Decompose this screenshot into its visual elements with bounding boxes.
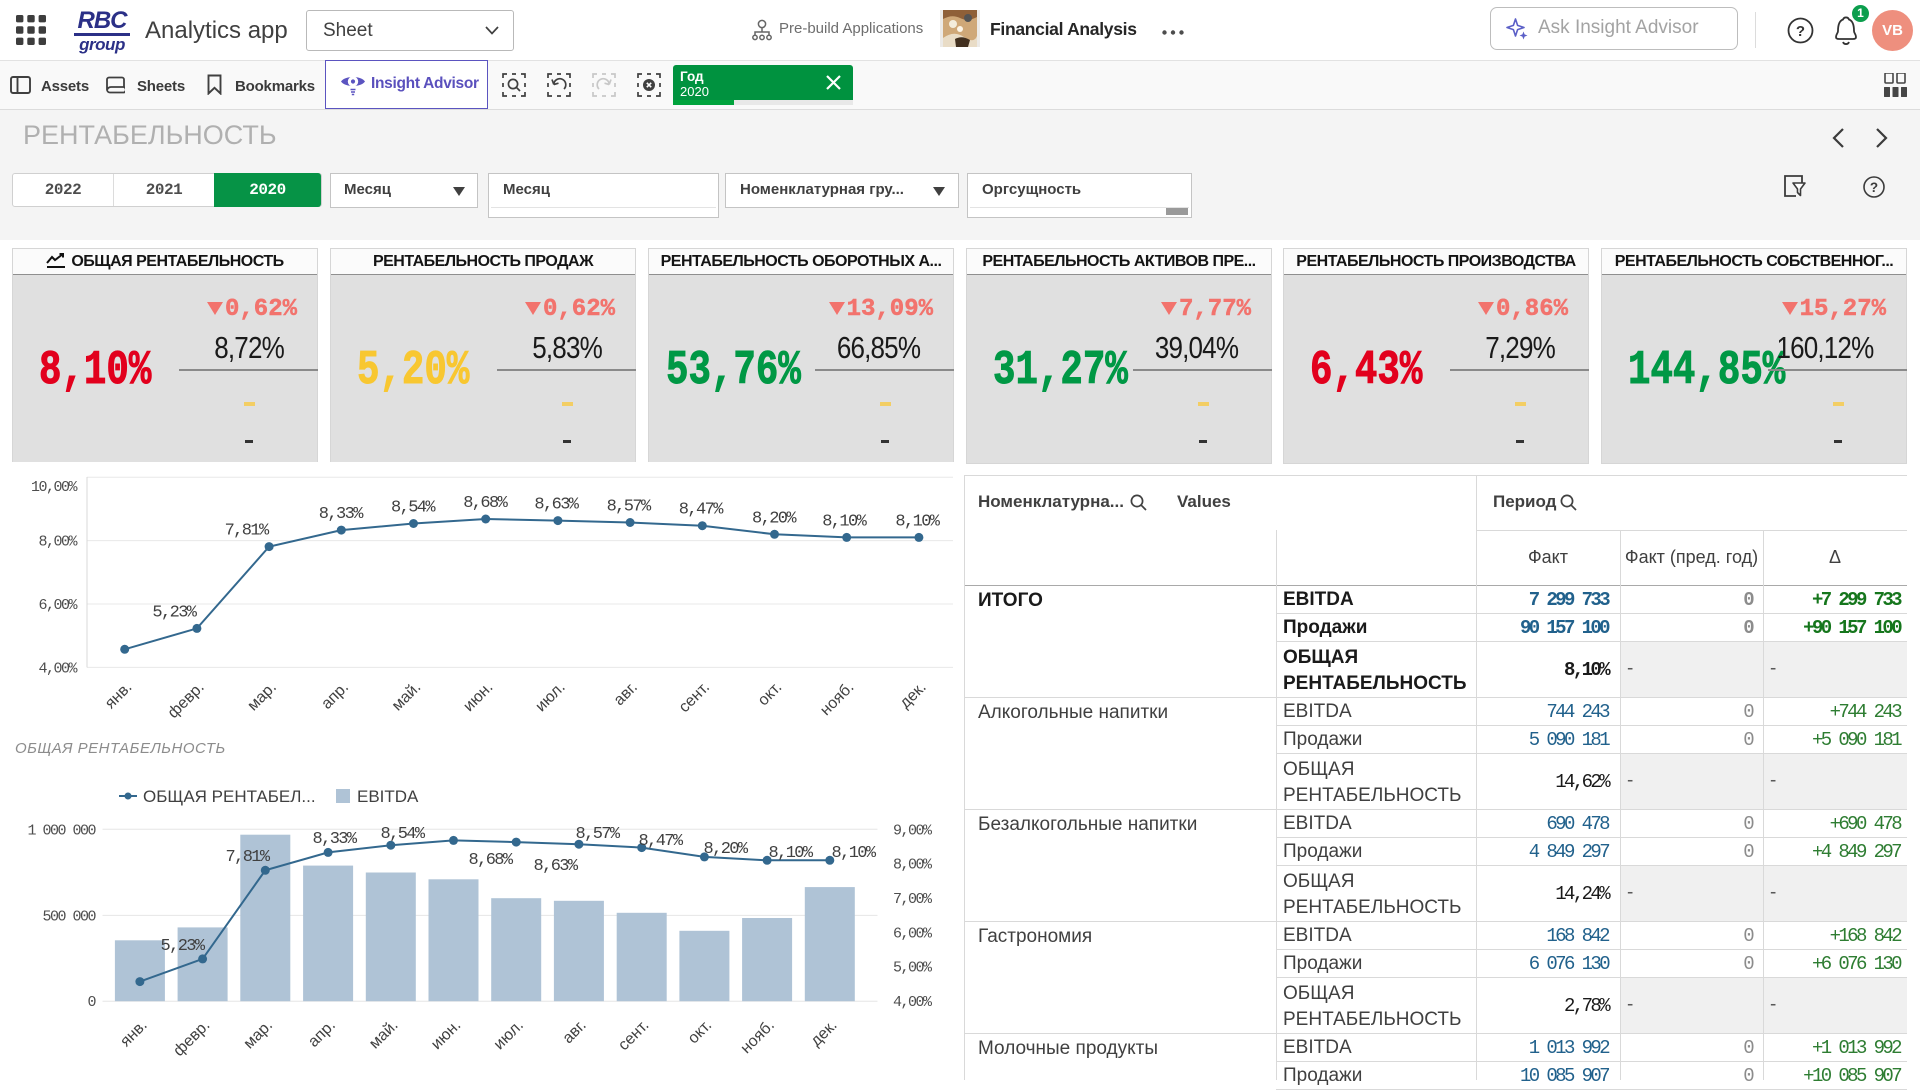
svg-text:4,00%: 4,00% xyxy=(893,994,933,1011)
svg-text:8,20%: 8,20% xyxy=(703,840,748,859)
svg-text:8,47%: 8,47% xyxy=(638,832,683,851)
svg-text:6,00%: 6,00% xyxy=(38,597,78,614)
svg-text:8,33%: 8,33% xyxy=(312,830,357,849)
svg-text:?: ? xyxy=(1870,180,1878,195)
svg-text:8,10%: 8,10% xyxy=(895,512,940,531)
svg-text:1 000 000: 1 000 000 xyxy=(27,822,96,839)
svg-text:ОБЩАЯ РЕНТАБЕЛ...: ОБЩАЯ РЕНТАБЕЛ... xyxy=(143,787,316,806)
svg-text:8,10%: 8,10% xyxy=(768,844,813,863)
svg-text:8,20%: 8,20% xyxy=(752,509,797,528)
svg-text:8,68%: 8,68% xyxy=(463,494,508,513)
svg-text:8,57%: 8,57% xyxy=(575,825,620,844)
svg-text:5,23%: 5,23% xyxy=(160,937,205,956)
svg-text:8,00%: 8,00% xyxy=(893,857,933,874)
svg-text:9,00%: 9,00% xyxy=(893,822,933,839)
svg-text:8,63%: 8,63% xyxy=(534,496,579,515)
svg-text:10,00%: 10,00% xyxy=(31,479,79,496)
svg-text:?: ? xyxy=(1796,23,1805,40)
svg-text:8,68%: 8,68% xyxy=(468,851,513,870)
svg-text:6,00%: 6,00% xyxy=(893,925,933,942)
svg-text:7,00%: 7,00% xyxy=(893,891,933,908)
svg-text:8,57%: 8,57% xyxy=(607,498,652,517)
svg-text:8,63%: 8,63% xyxy=(533,857,578,876)
svg-text:EBITDA: EBITDA xyxy=(357,787,419,806)
svg-text:7,81%: 7,81% xyxy=(225,848,270,867)
svg-text:8,54%: 8,54% xyxy=(391,499,436,518)
svg-text:5,23%: 5,23% xyxy=(152,603,197,622)
svg-text:500 000: 500 000 xyxy=(42,908,96,925)
svg-text:ОБЩАЯ РЕНТАБЕЛЬНОСТЬ: ОБЩАЯ РЕНТАБЕЛЬНОСТЬ xyxy=(15,740,226,757)
svg-text:8,54%: 8,54% xyxy=(380,825,425,844)
svg-text:5,00%: 5,00% xyxy=(893,960,933,977)
svg-text:7,81%: 7,81% xyxy=(225,522,270,541)
svg-text:8,00%: 8,00% xyxy=(38,534,78,551)
svg-text:8,10%: 8,10% xyxy=(822,512,867,531)
svg-text:8,47%: 8,47% xyxy=(679,501,724,520)
svg-text:8,10%: 8,10% xyxy=(831,844,876,863)
svg-text:4,00%: 4,00% xyxy=(38,660,78,677)
svg-text:8,33%: 8,33% xyxy=(319,505,364,524)
